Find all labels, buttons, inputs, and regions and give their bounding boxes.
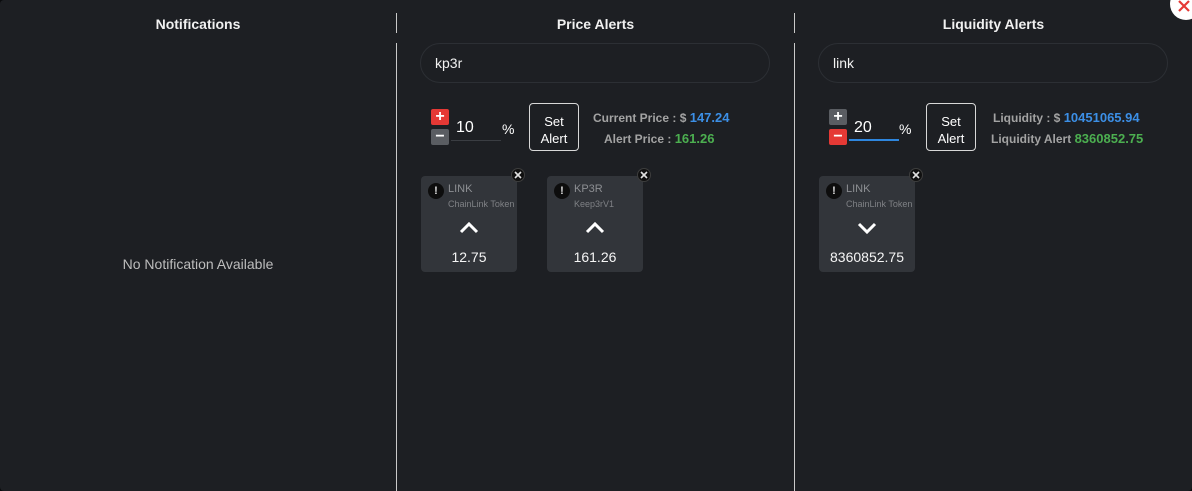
alert-price-value: 161.26 — [674, 131, 715, 146]
liquidity-alert-line: Liquidity Alert 8360852.75 — [991, 131, 1143, 146]
liquidity-set-alert-button[interactable]: Set Alert — [926, 103, 976, 151]
liquidity-line: Liquidity : $ 10451065.94 — [993, 110, 1140, 125]
remove-card-button[interactable] — [909, 168, 923, 182]
exclamation-icon: ! — [428, 183, 444, 199]
current-price-label: Current Price : $ — [593, 111, 687, 125]
price-set-alert-button[interactable]: Set Alert — [529, 103, 579, 151]
liquidity-token-search[interactable] — [818, 43, 1168, 83]
alert-price-label: Alert Price : — [604, 132, 672, 146]
alert-value: 161.26 — [573, 249, 617, 265]
current-price-line: Current Price : $ 147.24 — [593, 110, 729, 125]
set-label: Set — [544, 114, 564, 129]
alert-value: 12.75 — [451, 249, 487, 265]
remove-card-button[interactable] — [637, 168, 651, 182]
exclamation-icon: ! — [554, 183, 570, 199]
alert-label: Alert — [540, 131, 568, 146]
alert-value: 8360852.75 — [830, 249, 904, 265]
liquidity-alert-label: Liquidity Alert — [991, 132, 1072, 146]
token-symbol: LINK — [846, 183, 871, 195]
token-symbol: KP3R — [574, 183, 603, 195]
decrease-button[interactable]: − — [829, 129, 847, 145]
empty-notifications-text: No Notification Available — [122, 256, 274, 272]
close-icon — [1178, 0, 1190, 12]
chevron-up-icon — [585, 222, 605, 234]
liquidity-percent-input[interactable]: 20 — [849, 115, 899, 141]
liquidity-alert-card[interactable]: ! LINK ChainLink Token 8360852.75 — [819, 176, 915, 272]
liquidity-alert-value: 8360852.75 — [1074, 131, 1144, 146]
remove-card-button[interactable] — [511, 168, 525, 182]
current-price-value: 147.24 — [689, 110, 730, 125]
header-divider — [396, 13, 397, 33]
header-divider — [794, 13, 795, 33]
close-icon — [912, 171, 920, 179]
close-icon — [640, 171, 648, 179]
column-divider — [396, 43, 397, 491]
liquidity-value: 10451065.94 — [1063, 110, 1140, 125]
notifications-title: Notifications — [155, 16, 241, 32]
alert-price-line: Alert Price : 161.26 — [604, 131, 714, 146]
column-divider — [794, 43, 795, 491]
increase-button[interactable]: + — [431, 109, 449, 125]
liquidity-label: Liquidity : $ — [993, 111, 1061, 125]
set-label: Set — [941, 114, 961, 129]
price-search-input[interactable] — [421, 44, 769, 82]
token-name: Keep3rV1 — [574, 199, 615, 209]
chevron-up-icon — [459, 222, 479, 234]
token-name: ChainLink Token — [846, 199, 912, 209]
close-icon — [514, 171, 522, 179]
price-token-search[interactable] — [420, 43, 770, 83]
liquidity-alerts-title: Liquidity Alerts — [942, 16, 1045, 32]
token-name: ChainLink Token — [448, 199, 514, 209]
alerts-panel: Notifications Price Alerts Liquidity Ale… — [0, 0, 1192, 491]
decrease-button[interactable]: − — [431, 129, 449, 145]
exclamation-icon: ! — [826, 183, 842, 199]
alert-label: Alert — [937, 131, 965, 146]
percent-sign: % — [502, 121, 515, 137]
price-percent-input[interactable]: 10 — [451, 115, 501, 141]
increase-button[interactable]: + — [829, 109, 847, 125]
chevron-down-icon — [857, 222, 877, 234]
percent-sign: % — [899, 121, 912, 137]
price-alerts-title: Price Alerts — [556, 16, 635, 32]
token-symbol: LINK — [448, 183, 473, 195]
price-alert-card[interactable]: ! KP3R Keep3rV1 161.26 — [547, 176, 643, 272]
price-alert-card[interactable]: ! LINK ChainLink Token 12.75 — [421, 176, 517, 272]
liquidity-search-input[interactable] — [819, 44, 1167, 82]
